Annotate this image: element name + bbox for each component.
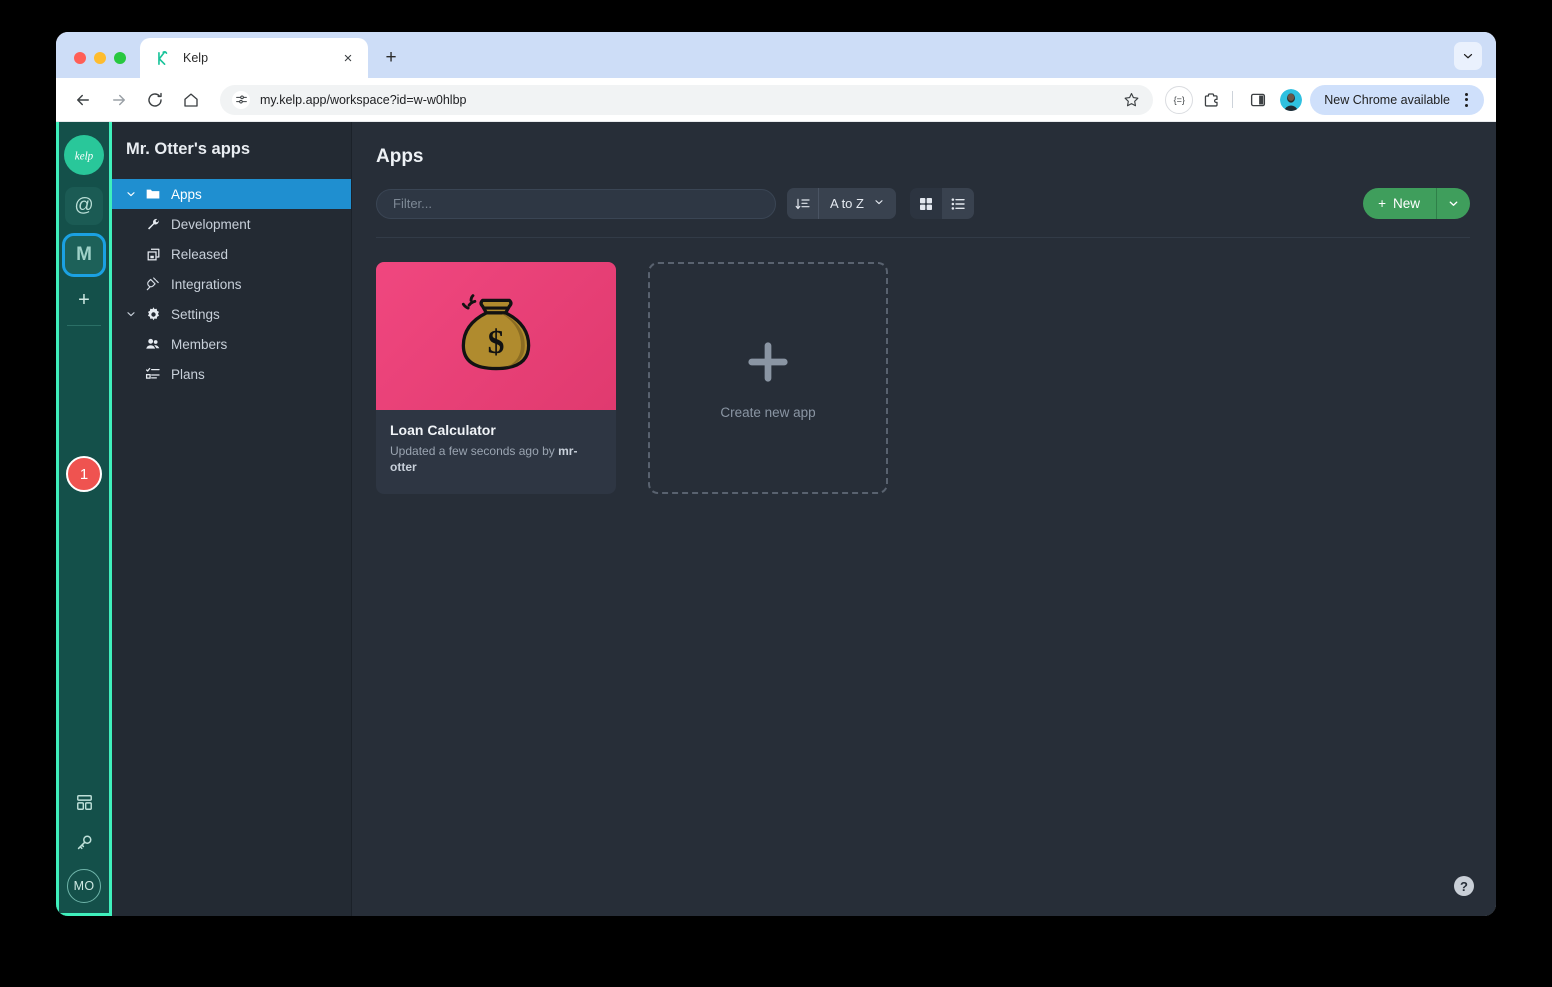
translate-icon[interactable]: {=} — [1165, 85, 1194, 114]
sidebar-item-label: Released — [171, 246, 229, 262]
browser-window: Kelp × + my.kelp.app/workspace?id=w-w0hl… — [56, 32, 1496, 916]
plus-icon — [742, 336, 794, 388]
add-workspace-button[interactable]: + — [65, 285, 103, 315]
workspace-title: Mr. Otter's apps — [126, 140, 251, 158]
sidebar-item-label: Members — [171, 336, 228, 352]
extensions-puzzle-icon[interactable] — [1197, 86, 1225, 114]
new-tab-button[interactable]: + — [376, 42, 406, 72]
three-dots-vertical-icon[interactable] — [1454, 88, 1478, 112]
kelp-logo-icon — [154, 50, 171, 67]
window-close-button[interactable] — [74, 52, 86, 64]
content-toolbar: A to Z — [352, 168, 1496, 219]
wrench-icon — [142, 217, 164, 232]
apps-grid: $ Loan Calculator Updated a few seconds … — [352, 238, 1496, 494]
sidebar-item-integrations[interactable]: Integrations — [112, 269, 351, 299]
user-avatar[interactable]: MO — [67, 869, 101, 903]
toolbar-divider — [1232, 91, 1234, 108]
folder-icon — [142, 186, 164, 202]
star-icon[interactable] — [1119, 88, 1143, 112]
window-maximize-button[interactable] — [114, 52, 126, 64]
help-icon[interactable]: ? — [1454, 876, 1474, 896]
sidebar-item-label: Apps — [171, 186, 202, 202]
sort-ascending-icon[interactable] — [787, 188, 819, 219]
url-bar[interactable]: my.kelp.app/workspace?id=w-w0hlbp — [220, 84, 1154, 115]
sidebar-item-label: Development — [171, 216, 251, 232]
money-bag-icon: $ — [448, 286, 544, 387]
kelp-logo-icon[interactable]: kelp — [64, 135, 104, 175]
plus-icon: + — [1378, 196, 1386, 211]
list-view-icon[interactable] — [941, 188, 974, 219]
workspace-m-tile[interactable]: M — [62, 233, 106, 277]
notification-badge[interactable]: 1 — [66, 456, 102, 492]
side-panel-icon[interactable] — [1244, 86, 1272, 114]
new-dropdown-button[interactable] — [1437, 188, 1470, 219]
sidebar-item-label: Integrations — [171, 276, 242, 292]
members-icon — [142, 336, 164, 352]
app-card-thumbnail: $ — [376, 262, 616, 410]
chrome-update-pill[interactable]: New Chrome available — [1310, 84, 1484, 115]
browser-tab-title: Kelp — [183, 51, 209, 65]
rail-bottom-group: MO — [59, 789, 109, 903]
create-new-app-label: Create new app — [720, 405, 816, 420]
avatar[interactable] — [1280, 88, 1303, 111]
chrome-update-label: New Chrome available — [1324, 92, 1450, 107]
plans-list-icon — [142, 366, 164, 382]
back-arrow-icon[interactable] — [68, 85, 98, 115]
filter-input[interactable] — [376, 188, 776, 219]
close-icon[interactable]: × — [338, 48, 358, 68]
forward-arrow-icon[interactable] — [104, 85, 134, 115]
app-card-meta: Updated a few seconds ago by mr-otter — [390, 444, 602, 475]
svg-text:kelp: kelp — [75, 150, 94, 162]
sidebar-item-plans[interactable]: Plans — [112, 359, 351, 389]
tree-sidebar: Mr. Otter's apps Apps Development Releas… — [112, 122, 352, 916]
app-card-loan-calculator[interactable]: $ Loan Calculator Updated a few seconds … — [376, 262, 616, 494]
app-card-body: Loan Calculator Updated a few seconds ag… — [376, 410, 616, 491]
reload-icon[interactable] — [140, 85, 170, 115]
sidebar-item-development[interactable]: Development — [112, 209, 351, 239]
sort-order-value: A to Z — [830, 196, 864, 211]
sort-order-select[interactable]: A to Z — [819, 188, 896, 219]
svg-text:$: $ — [488, 324, 505, 361]
icon-rail: kelp @ M + 1 MO — [56, 122, 112, 916]
tune-settings-icon[interactable] — [232, 90, 250, 109]
app-card-title: Loan Calculator — [390, 422, 496, 438]
browser-tab-kelp[interactable]: Kelp × — [140, 38, 368, 78]
sidebar-item-members[interactable]: Members — [112, 329, 351, 359]
window-minimize-button[interactable] — [94, 52, 106, 64]
dashboard-layout-icon[interactable] — [69, 789, 99, 815]
chevron-down-icon[interactable] — [120, 188, 142, 200]
create-new-app-card[interactable]: Create new app — [648, 262, 888, 494]
sidebar-item-label: Settings — [171, 306, 220, 322]
grid-view-icon[interactable] — [909, 188, 942, 219]
plug-icon — [142, 276, 164, 292]
sidebar-item-label: Plans — [171, 366, 205, 382]
app-card-meta-prefix: Updated a few seconds ago by — [390, 444, 559, 458]
gear-icon — [142, 306, 164, 323]
browser-tab-strip: Kelp × + — [56, 32, 1496, 78]
chevron-down-icon — [873, 196, 885, 211]
home-icon[interactable] — [176, 85, 206, 115]
page-title: Apps — [376, 146, 424, 167]
main-content: Apps A to Z — [352, 122, 1496, 916]
at-mention-tile[interactable]: @ — [65, 187, 103, 225]
sidebar-item-released[interactable]: Released — [112, 239, 351, 269]
chevron-down-icon[interactable] — [120, 308, 142, 320]
url-text: my.kelp.app/workspace?id=w-w0hlbp — [260, 92, 467, 107]
key-icon[interactable] — [69, 829, 99, 855]
sidebar-item-apps[interactable]: Apps — [112, 179, 351, 209]
copy-stack-icon — [142, 247, 164, 262]
rail-divider — [67, 325, 101, 326]
sort-control-group: A to Z — [787, 188, 896, 219]
chevron-down-icon[interactable] — [1454, 42, 1482, 70]
app-viewport: kelp @ M + 1 MO Mr. Otter's apps Apps De… — [56, 122, 1496, 916]
new-button[interactable]: + New — [1363, 188, 1437, 219]
workspace-m-label: M — [76, 244, 92, 265]
new-button-label: New — [1392, 196, 1420, 211]
new-button-group: + New — [1363, 188, 1470, 219]
at-icon: @ — [74, 195, 94, 216]
browser-toolbar: my.kelp.app/workspace?id=w-w0hlbp {=} Ne… — [56, 78, 1496, 122]
view-toggle-group — [909, 188, 974, 219]
sidebar-item-settings[interactable]: Settings — [112, 299, 351, 329]
window-traffic-lights — [56, 52, 140, 78]
